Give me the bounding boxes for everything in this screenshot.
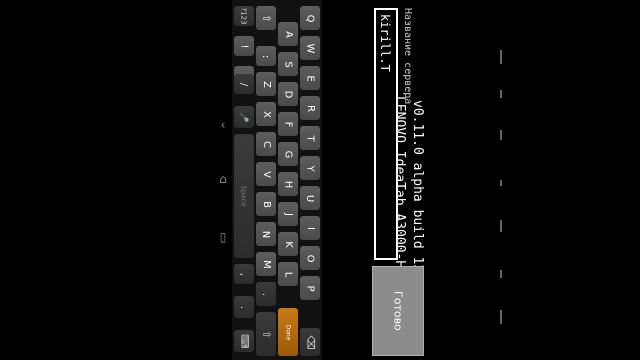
key-v[interactable]: V <box>256 162 276 186</box>
key-x[interactable]: X <box>256 102 276 126</box>
key-b[interactable]: B <box>256 192 276 216</box>
server-name-value: kirill.T <box>378 14 392 72</box>
key-u[interactable]: U <box>300 186 320 210</box>
shift-icon: ⇧ <box>260 329 272 339</box>
key-z[interactable]: Z <box>256 72 276 96</box>
shift-key-right[interactable]: ⇧ <box>256 312 276 356</box>
scroll-indicator <box>498 50 504 350</box>
home-icon[interactable]: ⌂ <box>216 170 230 188</box>
keyboard-switch-key[interactable]: ⌨ <box>234 330 254 352</box>
server-name-label: Название сервера <box>402 8 413 105</box>
key-n[interactable]: N <box>256 222 276 246</box>
key-y[interactable]: Y <box>300 156 320 180</box>
key-g[interactable]: G <box>278 142 298 166</box>
back-icon[interactable]: ‹ <box>216 116 230 134</box>
mic-key[interactable]: 🎤 <box>234 106 254 128</box>
shift-icon: ⇧ <box>260 13 272 23</box>
on-screen-keyboard: ?123 ! ? / 🎤 Space , . ⌨ ⇧ : Z X C V B N… <box>232 0 322 360</box>
key-k[interactable]: K <box>278 232 298 256</box>
key-q[interactable]: Q <box>300 6 320 30</box>
recents-icon[interactable]: ▯ <box>216 228 230 246</box>
key-t[interactable]: T <box>300 126 320 150</box>
navigation-bar: ‹ ⌂ ▯ <box>212 0 232 360</box>
punct-key[interactable]: : <box>256 46 276 66</box>
server-name-input[interactable]: kirill.T <box>374 8 398 260</box>
key-c[interactable]: C <box>256 132 276 156</box>
key-j[interactable]: J <box>278 202 298 226</box>
key-f[interactable]: F <box>278 112 298 136</box>
key-r[interactable]: R <box>300 96 320 120</box>
key-h[interactable]: H <box>278 172 298 196</box>
key-l[interactable]: L <box>278 262 298 286</box>
key-i[interactable]: I <box>300 216 320 240</box>
key-a[interactable]: A <box>278 22 298 46</box>
num-mode-key[interactable]: ?123 <box>234 6 254 26</box>
period-key[interactable]: . <box>234 296 254 318</box>
backspace-key[interactable]: ⌫ <box>300 328 320 356</box>
key-s[interactable]: S <box>278 52 298 76</box>
shift-key[interactable]: ⇧ <box>256 6 276 30</box>
period-key[interactable]: . <box>256 282 276 306</box>
key-o[interactable]: O <box>300 246 320 270</box>
done-button-label: Готово <box>391 291 405 331</box>
key-d[interactable]: D <box>278 82 298 106</box>
space-key[interactable]: Space <box>234 134 254 258</box>
backspace-icon: ⌫ <box>304 334 316 350</box>
key-w[interactable]: W <box>300 36 320 60</box>
server-form-panel <box>322 0 640 360</box>
version-text: v0.11.0 alpha build 13 <box>410 100 425 273</box>
slash-key[interactable]: / <box>234 74 254 94</box>
done-button[interactable]: Готово <box>372 266 424 356</box>
key-m[interactable]: M <box>256 252 276 276</box>
microphone-icon: 🎤 <box>239 112 249 122</box>
keyboard-icon: ⌨ <box>238 333 250 349</box>
comma-key[interactable]: , <box>234 264 254 284</box>
punct-key[interactable]: ! <box>234 36 254 56</box>
key-p[interactable]: P <box>300 276 320 300</box>
enter-key[interactable]: Done <box>278 308 298 356</box>
key-e[interactable]: E <box>300 66 320 90</box>
